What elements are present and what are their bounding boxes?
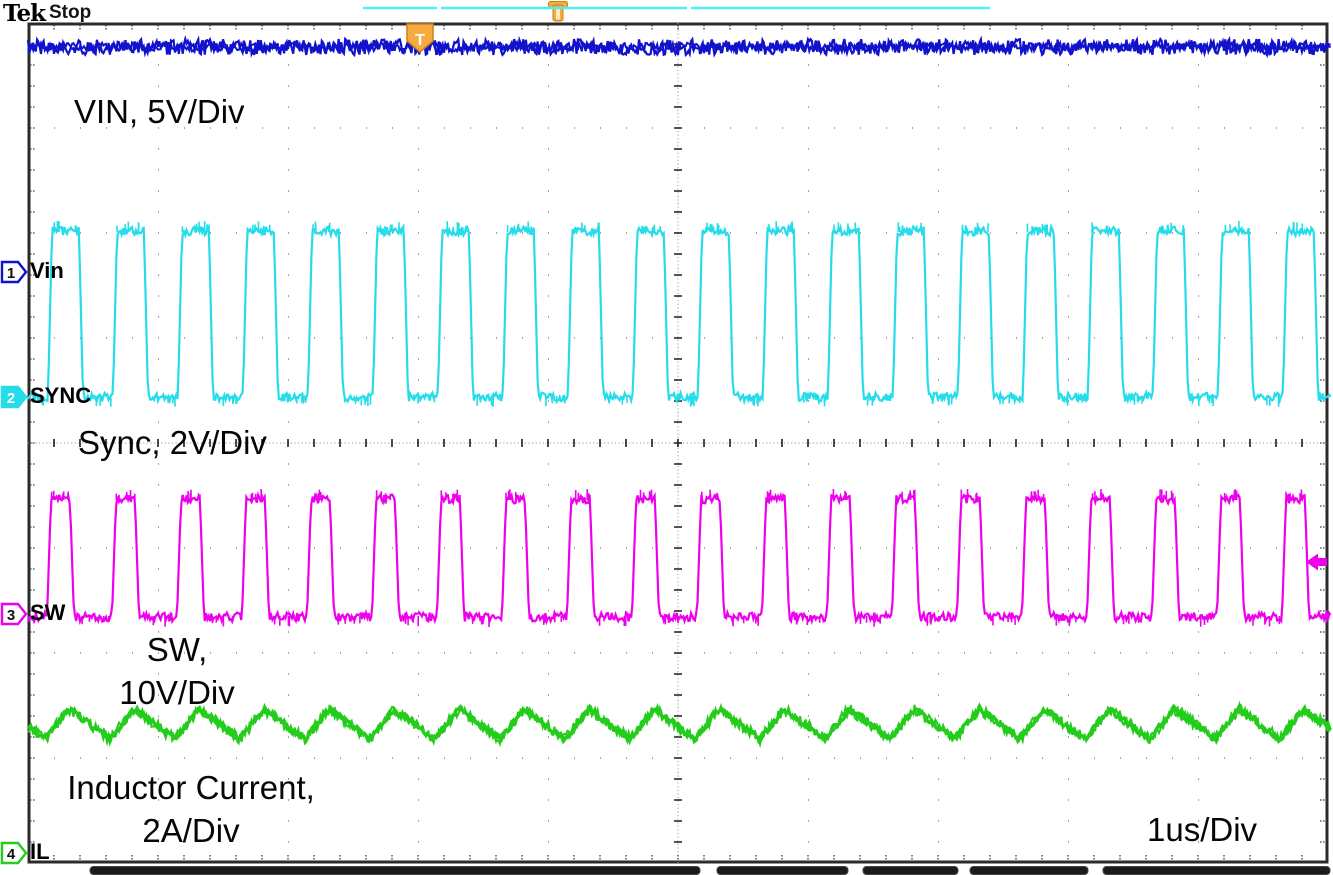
trigger-flag-letter: T: [415, 32, 425, 49]
bottom-menu-bar: [1103, 867, 1330, 875]
il-annotation-line1: Inductor Current,: [35, 766, 347, 809]
sync-annotation: Sync, 2V/Div: [78, 421, 267, 464]
trigger-level-arrow: [1306, 554, 1327, 571]
inductor-current-annotation: Inductor Current, 2A/Div: [35, 766, 347, 852]
channel-1-label: Vin: [30, 258, 64, 284]
sw-annotation-line2: 10V/Div: [102, 671, 252, 714]
trigger-markers: T: [407, 24, 1327, 571]
oscilloscope-screen: T 1234 Tek Stop Vin SYNC SW IL VIN, 5V/D…: [0, 0, 1333, 875]
timebase-annotation: 1us/Div: [1147, 808, 1257, 851]
channel-3-label: SW: [30, 600, 65, 626]
vin-annotation: VIN, 5V/Div: [74, 90, 245, 133]
record-trigger-marker: [549, 2, 568, 22]
bottom-menu-bar: [970, 867, 1088, 875]
bottom-menu-bar: [717, 867, 848, 875]
tek-logo: Tek: [3, 0, 45, 27]
bottom-menu-bar: [90, 867, 700, 875]
sw-annotation-line1: SW,: [102, 628, 252, 671]
bottom-menu-bar: [863, 867, 958, 875]
channel-2-number: 2: [7, 390, 15, 407]
channel-1-number: 1: [7, 265, 15, 282]
channel-4-number: 4: [7, 846, 16, 863]
acquisition-status: Stop: [49, 2, 91, 24]
trace-segment: [28, 227, 1331, 402]
channel-2-label: SYNC: [30, 383, 91, 409]
trace-segment: [28, 495, 1331, 622]
record-trigger-slit: [556, 8, 560, 20]
channel-3-number: 3: [7, 607, 15, 624]
il-annotation-line2: 2A/Div: [35, 809, 347, 852]
channel-flags: 1 2 3 4: [2, 262, 26, 863]
sw-annotation: SW, 10V/Div: [102, 628, 252, 714]
bottom-menu-bars: [90, 867, 1330, 875]
